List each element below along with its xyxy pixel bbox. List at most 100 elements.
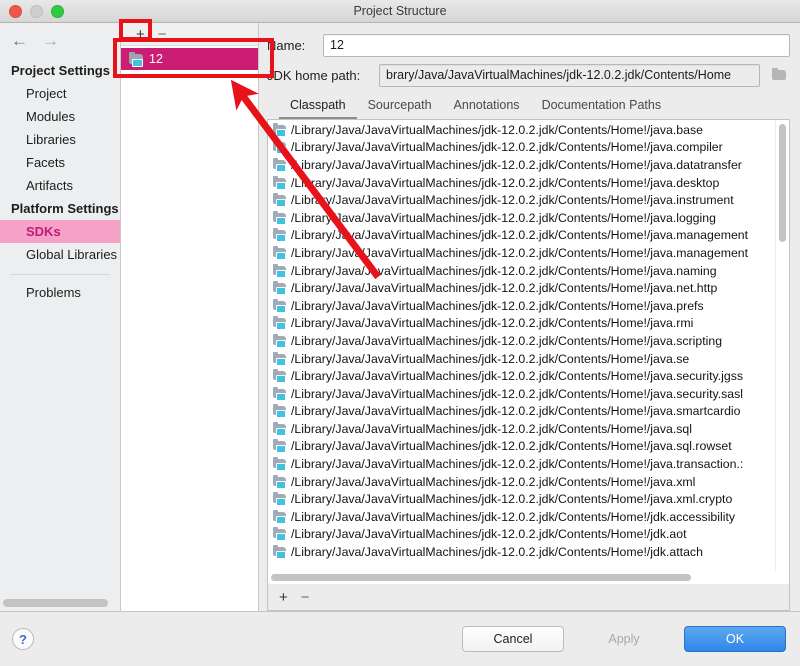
classpath-row[interactable]: /Library/Java/JavaVirtualMachines/jdk-12… (268, 227, 775, 245)
classpath-row-label: /Library/Java/JavaVirtualMachines/jdk-12… (291, 122, 703, 137)
classpath-row-label: /Library/Java/JavaVirtualMachines/jdk-12… (291, 492, 733, 507)
classpath-vertical-scrollbar[interactable] (775, 120, 789, 571)
module-jar-icon (273, 263, 286, 278)
classpath-row[interactable]: /Library/Java/JavaVirtualMachines/jdk-12… (268, 191, 775, 209)
title-bar: Project Structure (0, 0, 800, 23)
classpath-row-label: /Library/Java/JavaVirtualMachines/jdk-12… (291, 474, 696, 489)
classpath-row[interactable]: /Library/Java/JavaVirtualMachines/jdk-12… (268, 156, 775, 174)
module-jar-icon (273, 157, 286, 172)
module-jar-icon (273, 140, 286, 155)
add-classpath-button[interactable]: + (279, 590, 288, 605)
classpath-row[interactable]: /Library/Java/JavaVirtualMachines/jdk-12… (268, 315, 775, 333)
classpath-row-label: /Library/Java/JavaVirtualMachines/jdk-12… (291, 245, 749, 260)
classpath-row[interactable]: /Library/Java/JavaVirtualMachines/jdk-12… (268, 262, 775, 280)
sidebar-list: Project Settings Project Modules Librari… (0, 57, 120, 611)
classpath-row[interactable]: /Library/Java/JavaVirtualMachines/jdk-12… (268, 139, 775, 157)
remove-classpath-button[interactable]: − (301, 590, 310, 605)
classpath-row[interactable]: /Library/Java/JavaVirtualMachines/jdk-12… (268, 420, 775, 438)
sidebar-item-modules[interactable]: Modules (0, 105, 120, 128)
module-jar-icon (273, 351, 286, 366)
classpath-row[interactable]: /Library/Java/JavaVirtualMachines/jdk-12… (268, 490, 775, 508)
classpath-row[interactable]: /Library/Java/JavaVirtualMachines/jdk-12… (268, 455, 775, 473)
apply-button[interactable]: Apply (573, 626, 675, 652)
classpath-row[interactable]: /Library/Java/JavaVirtualMachines/jdk-12… (268, 367, 775, 385)
classpath-row-label: /Library/Java/JavaVirtualMachines/jdk-12… (291, 210, 716, 225)
module-jar-icon (273, 193, 286, 208)
classpath-row[interactable]: /Library/Java/JavaVirtualMachines/jdk-12… (268, 279, 775, 297)
minimize-button[interactable] (30, 4, 43, 18)
classpath-horizontal-scrollbar-thumb[interactable] (271, 574, 691, 581)
module-jar-icon (273, 210, 286, 225)
name-label: Name: (267, 37, 306, 53)
classpath-row[interactable]: /Library/Java/JavaVirtualMachines/jdk-12… (268, 244, 775, 262)
sidebar-item-sdks[interactable]: SDKs (0, 220, 120, 243)
module-jar-icon (273, 316, 286, 331)
name-field-row: Name: 12 (267, 30, 790, 60)
classpath-row[interactable]: /Library/Java/JavaVirtualMachines/jdk-12… (268, 297, 775, 315)
module-jar-icon (273, 333, 286, 348)
module-jar-icon (273, 509, 286, 524)
classpath-vertical-scrollbar-thumb[interactable] (779, 124, 786, 242)
classpath-row[interactable]: /Library/Java/JavaVirtualMachines/jdk-12… (268, 385, 775, 403)
back-arrow-icon[interactable]: ← (11, 32, 28, 49)
window-title: Project Structure (353, 4, 447, 18)
classpath-row-label: /Library/Java/JavaVirtualMachines/jdk-12… (291, 439, 732, 454)
project-structure-dialog: Project Structure ← → Project Settings P… (0, 0, 800, 666)
classpath-row[interactable]: /Library/Java/JavaVirtualMachines/jdk-12… (268, 121, 775, 139)
sidebar-divider (10, 274, 110, 275)
classpath-row[interactable]: /Library/Java/JavaVirtualMachines/jdk-12… (268, 209, 775, 227)
module-jar-icon (273, 298, 286, 313)
sidebar-item-project[interactable]: Project (0, 82, 120, 105)
sidebar-item-facets[interactable]: Facets (0, 151, 120, 174)
module-jar-icon (273, 122, 286, 137)
module-jar-icon (273, 439, 286, 454)
cancel-button[interactable]: Cancel (462, 626, 564, 652)
classpath-row-label: /Library/Java/JavaVirtualMachines/jdk-12… (291, 263, 717, 278)
sdk-list-panel: + − 12 (121, 23, 259, 611)
jdk-home-path-input[interactable]: brary/Java/JavaVirtualMachines/jdk-12.0.… (379, 63, 760, 87)
classpath-row[interactable]: /Library/Java/JavaVirtualMachines/jdk-12… (268, 526, 775, 544)
sidebar-item-global-libraries[interactable]: Global Libraries (0, 243, 120, 266)
tab-annotations[interactable]: Annotations (443, 98, 531, 119)
remove-sdk-button[interactable]: − (158, 27, 167, 42)
sidebar-item-libraries[interactable]: Libraries (0, 128, 120, 151)
classpath-row-label: /Library/Java/JavaVirtualMachines/jdk-12… (291, 509, 736, 524)
classpath-horizontal-scrollbar[interactable] (267, 571, 790, 584)
classpath-row[interactable]: /Library/Java/JavaVirtualMachines/jdk-12… (268, 332, 775, 350)
close-button[interactable] (9, 4, 22, 18)
sdk-list-item[interactable]: 12 (121, 48, 258, 70)
tab-sourcepath[interactable]: Sourcepath (357, 98, 443, 119)
add-sdk-button[interactable]: + (136, 27, 145, 42)
module-jar-icon (273, 281, 286, 296)
classpath-row[interactable]: /Library/Java/JavaVirtualMachines/jdk-12… (268, 438, 775, 456)
forward-arrow-icon[interactable]: → (42, 32, 59, 49)
module-jar-icon (273, 228, 286, 243)
tab-classpath[interactable]: Classpath (279, 98, 357, 119)
classpath-row-label: /Library/Java/JavaVirtualMachines/jdk-12… (291, 193, 734, 208)
name-input[interactable]: 12 (323, 33, 790, 57)
sdk-toolbar: + − (121, 23, 258, 46)
help-button[interactable]: ? (12, 628, 34, 650)
classpath-row[interactable]: /Library/Java/JavaVirtualMachines/jdk-12… (268, 174, 775, 192)
module-jar-icon (273, 457, 286, 472)
zoom-button[interactable] (51, 4, 64, 18)
classpath-row[interactable]: /Library/Java/JavaVirtualMachines/jdk-12… (268, 403, 775, 421)
sidebar-horizontal-scrollbar[interactable] (3, 599, 108, 607)
classpath-row[interactable]: /Library/Java/JavaVirtualMachines/jdk-12… (268, 350, 775, 368)
classpath-row[interactable]: /Library/Java/JavaVirtualMachines/jdk-12… (268, 508, 775, 526)
classpath-row[interactable]: /Library/Java/JavaVirtualMachines/jdk-12… (268, 473, 775, 491)
jdk-home-path-row: JDK home path: brary/Java/JavaVirtualMac… (267, 60, 790, 90)
module-jar-icon (273, 492, 286, 507)
ok-button[interactable]: OK (684, 626, 786, 652)
module-jar-icon (273, 404, 286, 419)
classpath-row[interactable]: /Library/Java/JavaVirtualMachines/jdk-12… (268, 543, 775, 561)
classpath-list-container: /Library/Java/JavaVirtualMachines/jdk-12… (267, 119, 790, 571)
module-jar-icon (273, 175, 286, 190)
sidebar-item-artifacts[interactable]: Artifacts (0, 174, 120, 197)
sidebar-item-problems[interactable]: Problems (0, 281, 120, 304)
browse-folder-icon[interactable] (768, 65, 790, 86)
classpath-row-label: /Library/Java/JavaVirtualMachines/jdk-12… (291, 421, 692, 436)
classpath-toolbar: + − (267, 584, 790, 611)
tab-documentation-paths[interactable]: Documentation Paths (531, 98, 673, 119)
sdk-list: 12 (121, 46, 258, 611)
